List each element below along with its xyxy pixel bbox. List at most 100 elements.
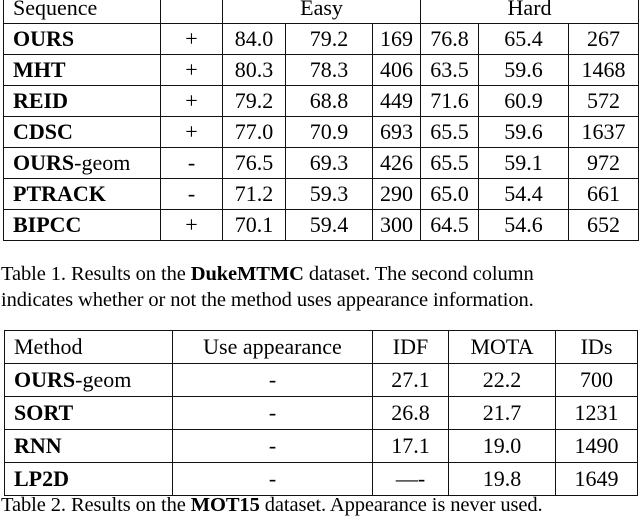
cell-hard-ids: 1468: [568, 54, 640, 86]
cell-hard-ids: 267: [568, 23, 640, 55]
cell-hard-ids: 972: [568, 147, 640, 179]
cell-easy-ids: 693: [371, 116, 422, 148]
column-header-ids: IDs: [555, 330, 638, 364]
method-label: LP2D: [14, 466, 69, 491]
cell-easy-idf: 77.0: [222, 116, 286, 148]
results-table-mot15: Method Use appearance IDF MOTA IDs OURS-…: [4, 330, 638, 496]
cell-hard-ids: 1637: [568, 116, 640, 148]
cell-hard-mota: 60.9: [478, 85, 570, 117]
cell-appearance: +: [160, 116, 223, 148]
column-header-blank: [160, 0, 223, 24]
cell-mota: 21.7: [448, 396, 556, 430]
method-label: PTRACK: [13, 181, 106, 206]
method-label: SORT: [14, 400, 74, 425]
cell-easy-ids: 449: [371, 85, 422, 117]
cell-easy-mota: 79.2: [285, 23, 373, 55]
cell-ids: 700: [555, 363, 638, 397]
table-1-caption: Table 1. Results on the DukeMTMC dataset…: [1, 261, 640, 313]
cell-appearance: +: [160, 209, 223, 241]
method-label: MHT: [13, 57, 66, 82]
cell-ids: 1231: [555, 396, 638, 430]
cell-ids: 1490: [555, 429, 638, 463]
cell-idf: —-: [372, 462, 449, 496]
column-header-sequence: Sequence: [3, 0, 161, 24]
cell-easy-ids: 426: [371, 147, 422, 179]
cell-hard-mota: 59.1: [478, 147, 570, 179]
caption-text-a: Table 2. Results on the: [1, 494, 191, 516]
cell-appearance: -: [172, 462, 373, 496]
column-header-method: Method: [4, 330, 173, 364]
cell-mota: 19.8: [448, 462, 556, 496]
cell-appearance: -: [172, 363, 373, 397]
cell-appearance: -: [172, 396, 373, 430]
caption-line-1: Table 1. Results on the DukeMTMC dataset…: [1, 261, 640, 287]
caption-text-b: dataset. Appearance is never used.: [259, 494, 543, 516]
cell-hard-idf: 65.0: [420, 178, 480, 210]
method-label: OURS: [13, 150, 75, 175]
caption-text-b: dataset. The second column: [303, 263, 534, 285]
cell-hard-idf: 71.6: [420, 85, 480, 117]
cell-hard-ids: 661: [568, 178, 640, 210]
cell-appearance: -: [160, 147, 223, 179]
row-method-name: SORT: [4, 396, 173, 430]
method-suffix: -geom: [75, 367, 132, 392]
caption-text-a: Table 1. Results on the: [1, 263, 191, 285]
table-1-container: Sequence Easy Hard OURS + 84.0 79.2 169 …: [3, 0, 640, 241]
column-header-idf: IDF: [372, 330, 449, 364]
cell-easy-mota: 69.3: [285, 147, 373, 179]
results-table-dukemtmc: Sequence Easy Hard OURS + 84.0 79.2 169 …: [3, 0, 640, 241]
table-row: LP2D - —- 19.8 1649: [4, 462, 638, 496]
column-header-mota: MOTA: [448, 330, 556, 364]
table-row: BIPCC + 70.1 59.4 300 64.5 54.6 652: [3, 209, 640, 241]
cell-idf: 17.1: [372, 429, 449, 463]
table-header-row: Method Use appearance IDF MOTA IDs: [4, 330, 638, 364]
cell-easy-mota: 59.3: [285, 178, 373, 210]
table-row: PTRACK - 71.2 59.3 290 65.0 54.4 661: [3, 178, 640, 210]
cell-easy-ids: 406: [371, 54, 422, 86]
cell-easy-ids: 290: [371, 178, 422, 210]
method-label: BIPCC: [13, 212, 82, 237]
method-label: OURS: [14, 367, 76, 392]
table-2-container: Method Use appearance IDF MOTA IDs OURS-…: [4, 330, 638, 496]
caption-line-1: Table 2. Results on the MOT15 dataset. A…: [1, 492, 640, 518]
row-method-name: OURS: [3, 23, 161, 55]
row-method-name: OURS-geom: [4, 363, 173, 397]
cell-easy-idf: 71.2: [222, 178, 286, 210]
row-method-name: OURS-geom: [3, 147, 161, 179]
table-row: RNN - 17.1 19.0 1490: [4, 429, 638, 463]
cell-idf: 27.1: [372, 363, 449, 397]
row-method-name: LP2D: [4, 462, 173, 496]
cell-appearance: -: [160, 178, 223, 210]
cell-ids: 1649: [555, 462, 638, 496]
cell-idf: 26.8: [372, 396, 449, 430]
column-group-header-easy: Easy: [221, 0, 422, 24]
cell-easy-idf: 79.2: [222, 85, 286, 117]
table-row: SORT - 26.8 21.7 1231: [4, 396, 638, 430]
cell-hard-idf: 76.8: [420, 23, 480, 55]
cell-hard-idf: 65.5: [420, 147, 480, 179]
cell-hard-mota: 65.4: [478, 23, 570, 55]
cell-hard-mota: 54.4: [478, 178, 570, 210]
row-method-name: PTRACK: [3, 178, 161, 210]
table-row: MHT + 80.3 78.3 406 63.5 59.6 1468: [3, 54, 640, 86]
cell-easy-idf: 70.1: [222, 209, 286, 241]
cell-appearance: +: [160, 54, 223, 86]
paper-page: Sequence Easy Hard OURS + 84.0 79.2 169 …: [0, 0, 640, 521]
cell-hard-ids: 652: [568, 209, 640, 241]
method-label: CDSC: [13, 119, 73, 144]
cell-easy-mota: 68.8: [285, 85, 373, 117]
cell-easy-mota: 70.9: [285, 116, 373, 148]
table-header-row: Sequence Easy Hard: [3, 0, 640, 24]
cell-mota: 22.2: [448, 363, 556, 397]
table-row: REID + 79.2 68.8 449 71.6 60.9 572: [3, 85, 640, 117]
cell-hard-mota: 59.6: [478, 116, 570, 148]
cell-hard-ids: 572: [568, 85, 640, 117]
cell-easy-ids: 300: [371, 209, 422, 241]
table-row: OURS + 84.0 79.2 169 76.8 65.4 267: [3, 23, 640, 55]
cell-hard-idf: 64.5: [420, 209, 480, 241]
cell-easy-mota: 59.4: [285, 209, 373, 241]
cell-easy-ids: 169: [371, 23, 422, 55]
column-header-use-appearance: Use appearance: [172, 330, 373, 364]
cell-hard-mota: 54.6: [478, 209, 570, 241]
cell-easy-idf: 84.0: [222, 23, 286, 55]
